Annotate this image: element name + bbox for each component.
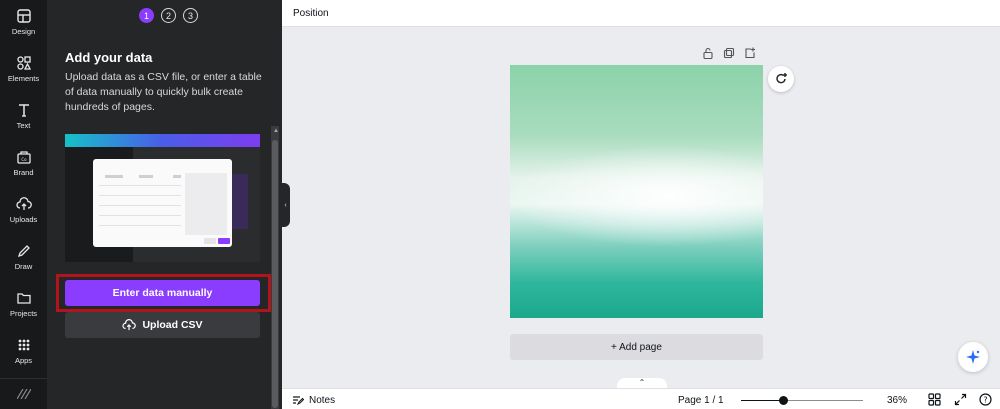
svg-text:?: ? — [983, 396, 987, 405]
left-rail: Design Elements Text Co Brand Uploads Dr… — [0, 0, 47, 409]
step-2[interactable]: 2 — [161, 8, 176, 23]
step-indicator: 1 2 3 — [139, 8, 198, 23]
rail-item-design[interactable]: Design — [0, 8, 47, 48]
page-count[interactable]: Page 1 / 1 — [678, 395, 724, 406]
panel-scrollbar[interactable] — [271, 126, 279, 409]
apps-grid-icon — [18, 339, 29, 351]
brand-icon: Co — [16, 151, 31, 164]
chevron-up-icon: ⌃ — [638, 378, 646, 387]
collapse-panel-handle[interactable]: ‹ — [281, 183, 290, 227]
rail-label: Uploads — [9, 215, 38, 224]
rail-item-draw[interactable]: Draw — [0, 243, 47, 283]
svg-text:Co: Co — [21, 157, 27, 162]
upload-cloud-icon — [15, 197, 32, 210]
folder-icon — [16, 293, 31, 304]
stripes-icon — [16, 389, 31, 399]
page-toolbar — [702, 47, 756, 59]
rail-label: Apps — [14, 356, 33, 365]
rail-item-brand[interactable]: Co Brand — [0, 149, 47, 189]
rail-label: Projects — [9, 309, 38, 318]
text-icon — [18, 104, 29, 117]
draw-icon — [17, 245, 30, 258]
grid-view-icon[interactable] — [928, 393, 941, 406]
scroll-up-arrow-icon[interactable]: ▲ — [273, 128, 279, 134]
help-icon[interactable]: ? — [979, 393, 992, 406]
rail-label: Text — [16, 121, 31, 130]
rail-more-button[interactable] — [0, 378, 47, 409]
refresh-plus-icon — [776, 73, 787, 84]
zoom-slider-fill — [741, 400, 783, 401]
design-page[interactable] — [510, 65, 763, 318]
add-page-button[interactable]: + Add page — [510, 334, 763, 360]
bulk-create-panel: 1 2 3 Add your data Upload data as a CSV… — [47, 0, 282, 409]
regenerate-button[interactable] — [768, 66, 794, 92]
step-3[interactable]: 3 — [183, 8, 198, 23]
enter-data-manually-button[interactable]: Enter data manually — [65, 280, 260, 306]
design-icon — [16, 9, 31, 23]
rail-item-elements[interactable]: Elements — [0, 55, 47, 95]
duplicate-icon[interactable] — [723, 47, 735, 59]
upload-csv-button[interactable]: Upload CSV — [65, 312, 260, 338]
rail-label: Draw — [14, 262, 33, 271]
rail-label: Brand — [13, 168, 34, 177]
rail-item-uploads[interactable]: Uploads — [0, 196, 47, 236]
zoom-slider-handle[interactable] — [779, 396, 788, 405]
panel-title: Add your data — [65, 50, 153, 65]
editor-topbar: Position — [282, 0, 1000, 27]
rail-label: Elements — [7, 74, 40, 83]
upload-cloud-icon — [122, 319, 137, 331]
notes-icon — [293, 396, 304, 406]
notes-label: Notes — [309, 394, 336, 406]
rail-item-apps[interactable]: Apps — [0, 337, 47, 377]
panel-description: Upload data as a CSV file, or enter a ta… — [65, 71, 262, 113]
step-1[interactable]: 1 — [139, 8, 154, 23]
rail-item-text[interactable]: Text — [0, 102, 47, 142]
zoom-value[interactable]: 36% — [887, 395, 907, 406]
lock-icon[interactable] — [702, 47, 714, 59]
notes-button[interactable]: Notes — [292, 394, 335, 406]
add-page-icon[interactable] — [744, 47, 756, 59]
data-table-illustration — [65, 134, 260, 262]
sparkle-icon — [966, 350, 980, 364]
rail-label: Design — [11, 27, 36, 36]
elements-icon — [16, 56, 31, 70]
magic-assistant-button[interactable] — [958, 342, 988, 372]
fullscreen-icon[interactable] — [954, 393, 967, 406]
editor-bottombar: Notes Page 1 / 1 36% ? — [282, 388, 1000, 409]
upload-csv-label: Upload CSV — [142, 319, 203, 331]
position-button[interactable]: Position — [293, 8, 329, 19]
rail-item-projects[interactable]: Projects — [0, 290, 47, 330]
